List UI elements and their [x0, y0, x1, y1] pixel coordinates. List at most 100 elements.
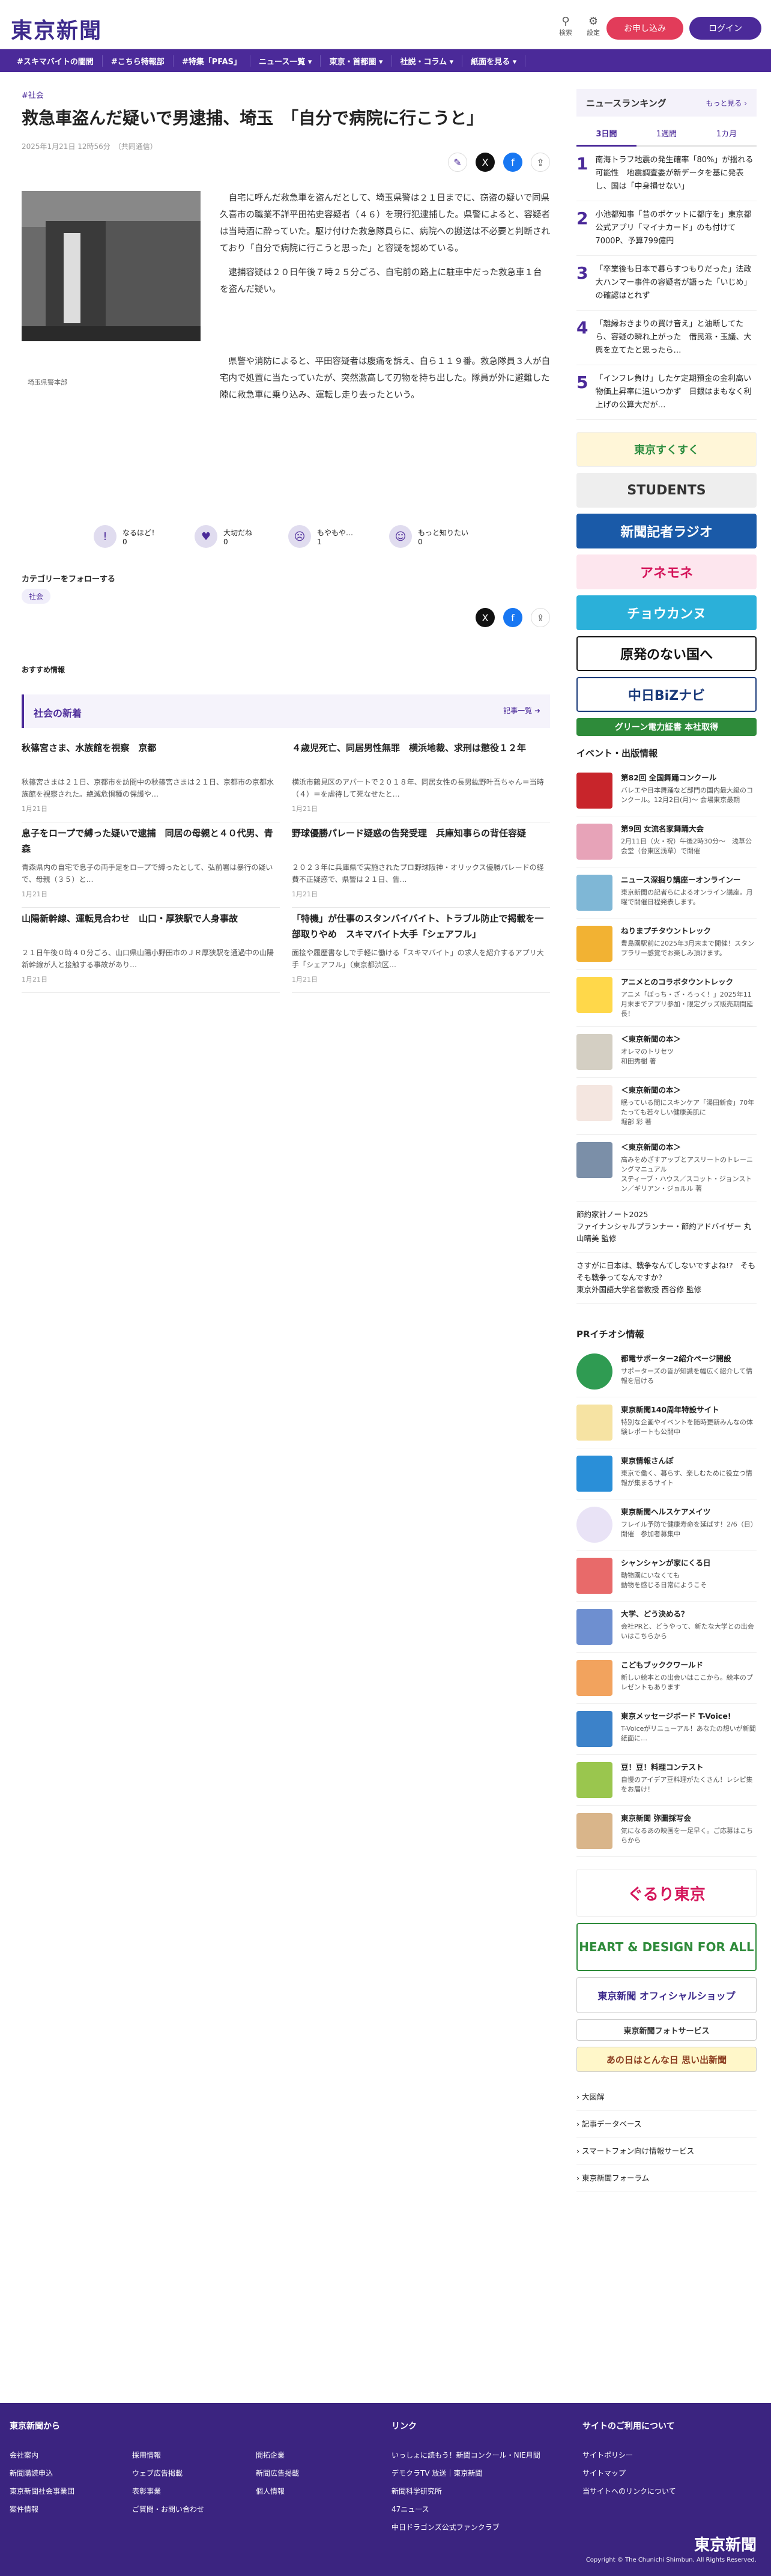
footer-link[interactable]: 表彰事業	[132, 2482, 204, 2500]
reaction-shiritai[interactable]: ☺ もっと知りたい 0	[389, 525, 468, 548]
ranking-item[interactable]: 1 南海トラフ地震の発生確率「80%」が揺れる可能性 地震調査委が新データを基に発…	[576, 147, 757, 201]
pr-thumb	[576, 1558, 612, 1594]
side-link[interactable]: › 記事データベース	[576, 2111, 757, 2138]
nav-item[interactable]: #特集「PFAS」	[174, 55, 251, 67]
banner-heart-design[interactable]: HEART & DESIGN FOR ALL	[576, 1923, 757, 1971]
clip-icon[interactable]: ✎	[448, 153, 467, 172]
event-link[interactable]: さすがに日本は、戦争なんてしないですよね!? そもそも戦争ってなんですか？ 東京…	[576, 1253, 757, 1304]
pr-item[interactable]: 東京新聞ヘルスケアメイツ フレイル予防で健康寿命を延ばす！2/6（日）開催 参加者…	[576, 1499, 757, 1551]
login-button[interactable]: ログイン	[689, 17, 761, 40]
news-item[interactable]: 山陽新幹線、運転見合わせ 山口・厚狭駅で人身事故 ２１日午後０時４０分ごろ、山口県…	[22, 911, 280, 993]
pr-thumb	[576, 1405, 612, 1441]
banner-green[interactable]: グリーン電力証書 本社取得	[576, 718, 757, 736]
footer-link[interactable]: いっしょに読もう！新聞コンクール・NIE月間	[392, 2446, 540, 2464]
footer-link[interactable]: 採用情報	[132, 2446, 204, 2464]
footer-link[interactable]: サイトマップ	[582, 2464, 676, 2482]
article-category[interactable]: #社会	[22, 89, 550, 100]
share-icon[interactable]: ⇪	[531, 608, 550, 627]
pr-item[interactable]: 大学、どう決める？ 会社PRと、どうやって、新たな大学との出会いはこちらから	[576, 1602, 757, 1653]
pr-item[interactable]: 東京メッセージボード T-Voice! T-Voiceがリニューアル！あなたの想い…	[576, 1704, 757, 1755]
x-share-icon[interactable]: X	[476, 608, 495, 627]
nav-item[interactable]: #こちら特報部	[103, 55, 174, 67]
footer-link[interactable]: 47ニュース	[392, 2500, 540, 2518]
footer-logo[interactable]: 東京新聞	[694, 2533, 757, 2555]
nav-item[interactable]: 社説・コラム ▾	[392, 55, 463, 67]
footer-link[interactable]: 会社案内	[10, 2446, 74, 2464]
tab-1week[interactable]: 1週間	[636, 121, 697, 147]
side-link[interactable]: › 大図解	[576, 2084, 757, 2111]
footer-link[interactable]: ご質問・お問い合わせ	[132, 2500, 204, 2518]
facebook-share-icon[interactable]: f	[503, 608, 522, 627]
ranking-item[interactable]: 3 「卒業後も日本で暮らすつもりだった」法政大ハンマー事件の容疑者が語った「いじめ…	[576, 256, 757, 311]
event-item[interactable]: アニメとのコラボタウントレック アニメ「ぼっち・ざ・ろっく！」2025年11月末ま…	[576, 970, 757, 1027]
pr-item[interactable]: シャンシャンが家にくる日 動物園にいなくても 動物を感じる日常にようこそ	[576, 1551, 757, 1602]
x-share-icon[interactable]: X	[476, 153, 495, 172]
footer-link[interactable]: 開拓企業	[256, 2446, 299, 2464]
banner-anemone[interactable]: アネモネ	[576, 554, 757, 589]
nav-item[interactable]: ニュース一覧 ▾	[250, 55, 321, 67]
ranking-item[interactable]: 4 「離縁おきまりの買け音え」と油断してたら、容疑の瞬れ上がった 借民派・玉議、大…	[576, 311, 757, 365]
banner-omoide[interactable]: あの日はとんな日 思い出新聞	[576, 2047, 757, 2072]
follow-tag-button[interactable]: 社会	[22, 589, 51, 604]
news-item[interactable]: 秋篠宮さま、水族館を視察 京都 秋篠宮さまは２１日、京都市を訪問中の秋篠宮さまは２…	[22, 740, 280, 822]
nav-item[interactable]: #スキマバイトの闇間	[8, 55, 103, 67]
ranking-more-link[interactable]: もっと見る ›	[706, 98, 747, 108]
footer-link[interactable]: 新聞広告掲載	[256, 2464, 299, 2482]
news-list-link[interactable]: 記事一覧 ➜	[503, 705, 540, 715]
apply-button[interactable]: お申し込み	[606, 17, 683, 40]
search-button[interactable]: ⚲ 検索	[554, 16, 578, 37]
event-link[interactable]: 節約家計ノート2025 ファイナンシャルプランナー・節約アドバイザー 丸山晴美 …	[576, 1201, 757, 1253]
reaction-taisetsu[interactable]: ♥ 大切だね 0	[195, 525, 252, 548]
settings-button[interactable]: ⚙ 設定	[581, 16, 605, 37]
event-item[interactable]: ねりまプチタウントレック 豊島園駅前に2025年3月末まで開催！スタンプラリー感覚…	[576, 919, 757, 970]
pr-item[interactable]: 都電サポーター2紹介ページ開設 サポーターズの皆が知識を幅広く紹介して情報を届ける	[576, 1346, 757, 1397]
footer-link[interactable]: デモクラTV 放送｜東京新聞	[392, 2464, 540, 2482]
event-item[interactable]: ニュース深掘り講座ーオンラインー 東京新聞の記者らによるオンライン講座。月曜で開催…	[576, 867, 757, 919]
banner-chokanu[interactable]: チョウカンヌ	[576, 595, 757, 630]
banner-photo[interactable]: 東京新聞フォトサービス	[576, 2019, 757, 2041]
banner-gururi[interactable]: ぐるり東京	[576, 1869, 757, 1917]
share-icon[interactable]: ⇪	[531, 153, 550, 172]
nav-item[interactable]: 紙面を見る ▾	[462, 55, 526, 67]
event-item[interactable]: 第9回 女流名家舞踊大会 2月11日（火・祝）午後2時30分～ 浅草公会堂（台東区…	[576, 816, 757, 867]
footer-link[interactable]: 個人情報	[256, 2482, 299, 2500]
reaction-naruhodo[interactable]: ! なるほど！ 0	[94, 525, 159, 548]
footer-link[interactable]: 当サイトへのリンクについて	[582, 2482, 676, 2500]
side-link[interactable]: › 東京新聞フォーラム	[576, 2165, 757, 2192]
news-item[interactable]: ４歳児死亡、同居男性無罪 横浜地裁、求刑は懲役１２年 横浜市鶴見区のアパートで２０…	[292, 740, 550, 822]
ranking-item[interactable]: 2 小池都知事「昔のポケットに都庁を」東京都公式アプリ「マイナカード」のも付けて7…	[576, 201, 757, 256]
facebook-share-icon[interactable]: f	[503, 153, 522, 172]
nav-item[interactable]: 東京・首都圏 ▾	[321, 55, 392, 67]
footer-link[interactable]: 中日ドラゴンズ公式ファンクラブ	[392, 2518, 540, 2536]
footer-link[interactable]: 新聞科学研究所	[392, 2482, 540, 2500]
pr-item[interactable]: こどもブッククワールド 新しい絵本との出会いはここから。絵本のプレゼントもあります	[576, 1653, 757, 1704]
pr-item[interactable]: 東京新聞140周年特設サイト 特別な企画やイベントを随時更新みんなの体験レポートも…	[576, 1397, 757, 1448]
news-item[interactable]: 「特機」が仕事のスタンバイバイト、トラブル防止で掲載を一部取りやめ スキマバイト…	[292, 911, 550, 993]
banner-bizinavi[interactable]: 中日BiZナビ	[576, 677, 757, 712]
pr-item[interactable]: 東京情報さんぽ 東京で働く、暮らす、楽しむために役立つ情報が集まるサイト	[576, 1448, 757, 1499]
tab-1month[interactable]: 1カ月	[697, 121, 757, 147]
footer-link[interactable]: 案件情報	[10, 2500, 74, 2518]
banner-sukusuku[interactable]: 東京すくすく	[576, 432, 757, 467]
site-logo[interactable]: 東京新聞	[11, 13, 102, 44]
pr-item[interactable]: 豆！豆！料理コンテスト 自慢のアイデア豆料理がたくさん！レシピ集をお届け！	[576, 1755, 757, 1806]
banner-genpatsu[interactable]: 原発のない国へ	[576, 636, 757, 671]
event-item[interactable]: ＜東京新聞の本＞ 高みをめざすアップとアスリートのトレーニングマニュアル スティー…	[576, 1135, 757, 1201]
event-item[interactable]: ＜東京新聞の本＞ オレマのトリセツ 和田秀樹 著	[576, 1027, 757, 1078]
footer-link[interactable]: サイトポリシー	[582, 2446, 676, 2464]
news-item[interactable]: 野球優勝パレード疑惑の告発受理 兵庫知事らの背任容疑 ２０２３年に兵庫県で実施され…	[292, 825, 550, 908]
footer-link[interactable]: ウェブ広告掲載	[132, 2464, 204, 2482]
event-item[interactable]: ＜東京新聞の本＞ 眠っている間にスキンケア「湯田新食」70年たっても若々しい健康美…	[576, 1078, 757, 1135]
banner-shop[interactable]: 東京新聞 オフィシャルショップ	[576, 1977, 757, 2013]
side-link[interactable]: › スマートフォン向け情報サービス	[576, 2138, 757, 2165]
footer-link[interactable]: 東京新聞社会事業団	[10, 2482, 74, 2500]
tab-3days[interactable]: 3日間	[576, 121, 636, 147]
banner-radio[interactable]: 新聞記者ラジオ	[576, 514, 757, 548]
news-item[interactable]: 息子をロープで縛った疑いで逮捕 同居の母親と４０代男、青森 青森県内の自宅で息子の…	[22, 825, 280, 908]
event-item[interactable]: 第82回 全国舞踊コンクール バレエや日本舞踊など部門の国内最大級のコンクール。1…	[576, 765, 757, 816]
footer-link[interactable]: 新聞購読申込	[10, 2464, 74, 2482]
reaction-moyamoya[interactable]: ☹ もやもや… 1	[288, 525, 353, 548]
banner-students[interactable]: STUDENTS	[576, 473, 757, 508]
pr-item[interactable]: 東京新聞 弥圖採写会 気になるあの映画を一足早く。ご応募はこちらから	[576, 1806, 757, 1857]
ranking-item[interactable]: 5 「インフレ負け」したケ定期預金の金利高い物価上昇率に追いつかず 日銀はまもなく…	[576, 365, 757, 420]
